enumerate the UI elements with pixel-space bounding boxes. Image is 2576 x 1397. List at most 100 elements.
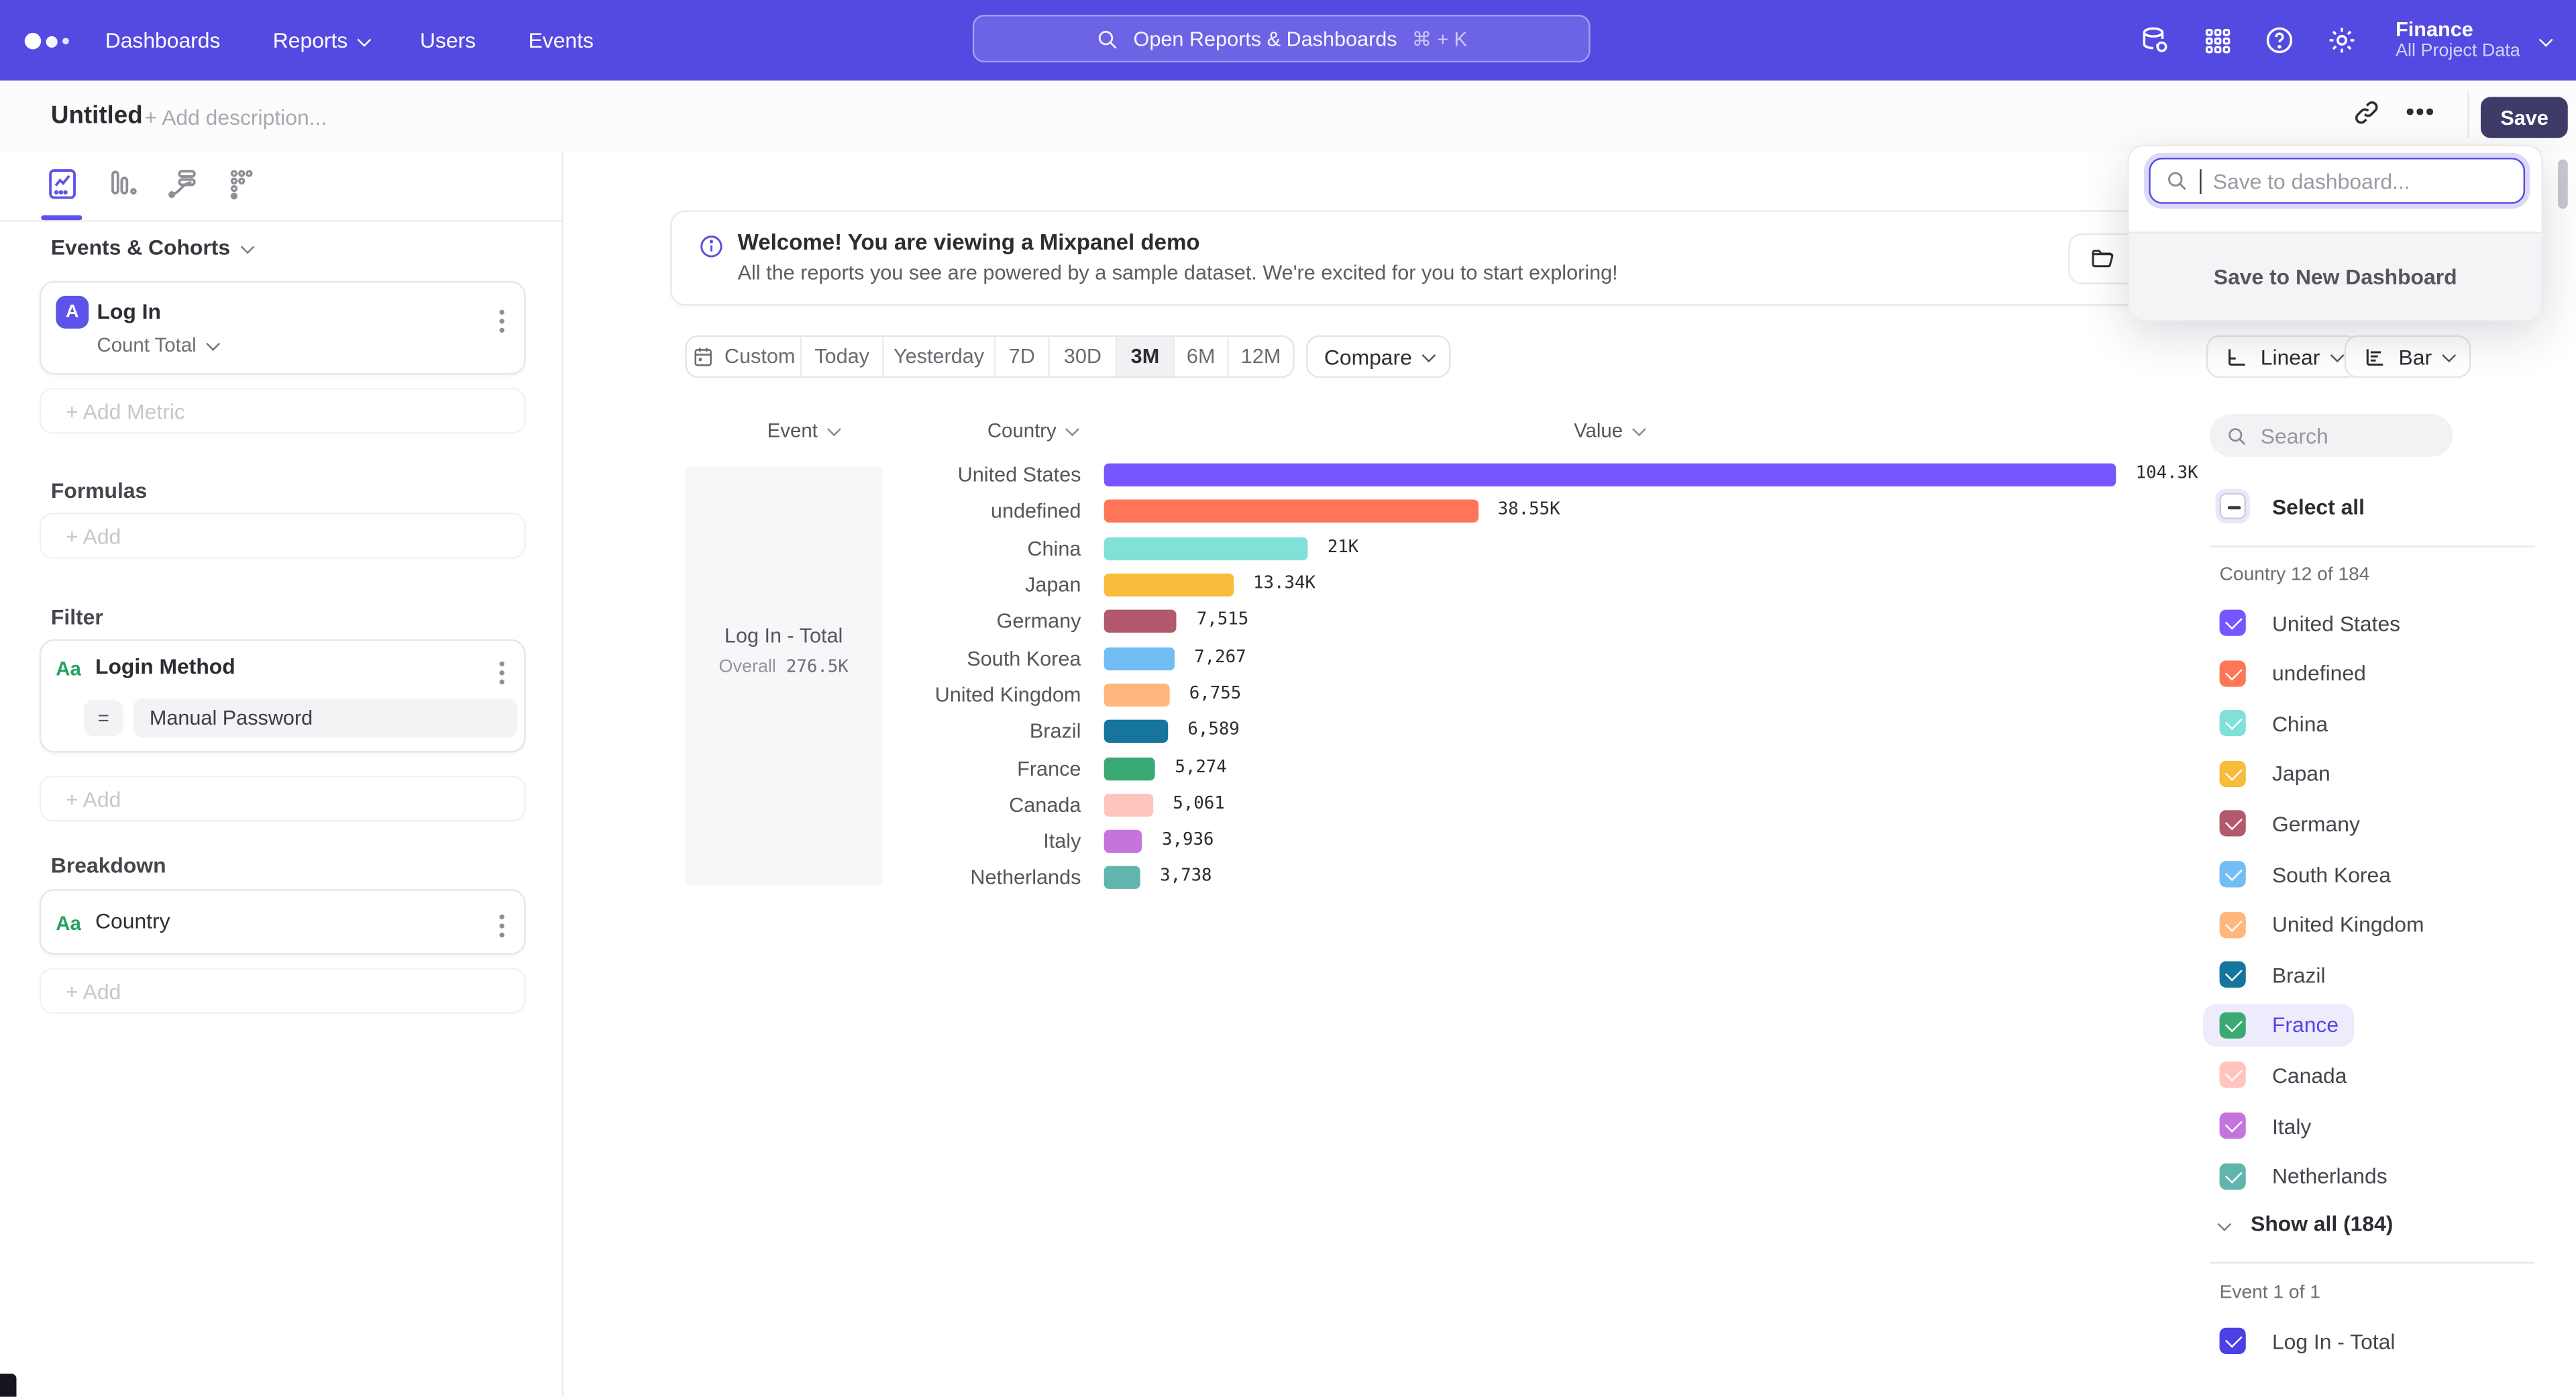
country-legend-row[interactable]: China [2220,702,2328,745]
data-management-icon[interactable] [2139,25,2171,56]
country-legend-row[interactable]: Italy [2220,1104,2312,1147]
event-name[interactable]: Log In [97,299,161,324]
filter-card[interactable]: Aa Login Method = Manual Password [40,639,526,753]
chart-bar-value: 5,274 [1175,757,1226,776]
country-legend-row[interactable]: Japan [2220,752,2330,795]
add-metric-button[interactable]: + Add Metric [40,388,526,434]
tab-funnels[interactable] [105,166,142,202]
scrollbar-thumb[interactable] [2558,160,2568,209]
column-header-country[interactable]: Country [987,419,1076,442]
country-legend-row[interactable]: Brazil [2220,953,2326,996]
global-search-input[interactable]: Open Reports & Dashboards ⌘ + K [973,15,1591,62]
metric-card[interactable]: A Log In Count Total [40,281,526,375]
more-actions-icon[interactable] [2404,95,2436,128]
country-legend-row[interactable]: United Kingdom [2220,903,2424,946]
tab-insights[interactable] [44,166,80,202]
country-checkbox-checked[interactable] [2220,911,2246,937]
save-to-dashboard-input[interactable]: Save to dashboard... [2149,158,2525,204]
add-filter-button[interactable]: + Add [40,776,526,822]
country-checkbox-checked[interactable] [2220,1163,2246,1189]
country-checkbox-checked[interactable] [2220,610,2246,636]
chart-bar[interactable] [1104,793,1153,816]
range-6m[interactable]: 6M [1175,337,1229,376]
string-type-badge: Aa [56,658,81,680]
select-all-checkbox-indeterminate[interactable] [2220,493,2246,519]
help-icon[interactable] [2264,25,2296,56]
country-checkbox-checked[interactable] [2220,1113,2246,1139]
chart-type-selector[interactable]: Bar [2345,335,2471,378]
tab-flows[interactable] [164,166,201,202]
country-legend-row[interactable]: South Korea [2220,853,2391,896]
show-all-button[interactable]: Show all (184) [2220,1211,2394,1236]
event-legend-row[interactable]: Log In - Total [2220,1320,2396,1363]
chart-bar[interactable] [1104,537,1308,560]
chart-bar[interactable] [1104,757,1155,780]
range-custom[interactable]: Custom [687,337,802,376]
mixpanel-logo-icon[interactable] [25,30,74,52]
search-icon [1095,27,1118,50]
filter-property[interactable]: Login Method [95,654,235,679]
save-button[interactable]: Save [2481,97,2568,138]
country-checkbox-checked[interactable] [2220,1012,2246,1038]
kebab-menu-icon[interactable] [499,319,504,323]
country-checkbox-checked[interactable] [2220,710,2246,736]
kebab-menu-icon[interactable] [499,670,504,675]
chart-bar[interactable] [1104,464,2116,486]
range-3m-selected[interactable]: 3M [1117,337,1175,376]
chart-bar[interactable] [1104,501,1479,523]
range-today[interactable]: Today [802,337,883,376]
country-legend-row[interactable]: Germany [2220,803,2360,845]
chart-bar[interactable] [1104,610,1177,633]
settings-gear-icon[interactable] [2326,25,2358,56]
country-legend-row[interactable]: Canada [2220,1054,2347,1097]
event-summary-cell[interactable]: Log In - Total Overall 276.5K [685,467,882,886]
column-header-event[interactable]: Event [767,419,838,442]
tab-retention[interactable] [225,166,262,202]
range-7d[interactable]: 7D [996,337,1050,376]
kebab-menu-icon[interactable] [499,923,504,928]
events-cohorts-header[interactable]: Events & Cohorts [51,235,252,260]
range-30d[interactable]: 30D [1050,337,1117,376]
country-checkbox-checked[interactable] [2220,811,2246,837]
country-checkbox-checked[interactable] [2220,660,2246,686]
chart-bar[interactable] [1104,574,1234,597]
aggregation-selector[interactable]: Count Total [97,333,216,356]
country-checkbox-checked[interactable] [2220,760,2246,786]
column-header-value[interactable]: Value [1574,419,1642,442]
nav-events[interactable]: Events [529,28,594,53]
country-legend-row[interactable]: United States [2220,601,2401,644]
add-description[interactable]: + Add description... [145,105,327,130]
country-legend-row[interactable]: Netherlands [2220,1155,2387,1198]
breakdown-property[interactable]: Country [95,909,170,933]
country-legend-row[interactable]: undefined [2220,652,2366,694]
chart-bar[interactable] [1104,867,1140,890]
copy-link-icon[interactable] [2349,95,2382,128]
chart-bar[interactable] [1104,647,1175,670]
nav-dashboards[interactable]: Dashboards [105,28,221,53]
breakdown-card[interactable]: Aa Country [40,889,526,955]
chart-bar[interactable] [1104,830,1142,853]
chart-bar[interactable] [1104,720,1168,743]
segment-search-input[interactable]: Search [2210,414,2453,457]
country-legend-row[interactable]: France [2203,1004,2355,1047]
report-title[interactable]: Untitled [51,102,143,130]
country-checkbox-checked[interactable] [2220,962,2246,988]
country-checkbox-checked[interactable] [2220,861,2246,887]
country-checkbox-checked[interactable] [2220,1062,2246,1088]
nav-reports[interactable]: Reports [273,28,368,53]
add-breakdown-button[interactable]: + Add [40,968,526,1014]
nav-users[interactable]: Users [420,28,476,53]
filter-value[interactable]: Manual Password [133,698,517,738]
range-yesterday[interactable]: Yesterday [884,337,996,376]
save-to-new-dashboard-button[interactable]: Save to New Dashboard [2129,231,2542,320]
apps-grid-icon[interactable] [2202,25,2233,56]
chart-bar[interactable] [1104,684,1170,707]
compare-button[interactable]: Compare [1306,335,1452,378]
range-12m[interactable]: 12M [1229,337,1293,376]
add-formula-button[interactable]: + Add [40,513,526,559]
project-switcher[interactable]: Finance All Project Data [2396,18,2550,62]
select-all-row[interactable]: Select all [2220,484,2365,527]
filter-operator[interactable]: = [84,700,123,736]
chart-style-selector[interactable]: Linear [2206,335,2359,378]
event-checkbox-checked[interactable] [2220,1328,2246,1354]
